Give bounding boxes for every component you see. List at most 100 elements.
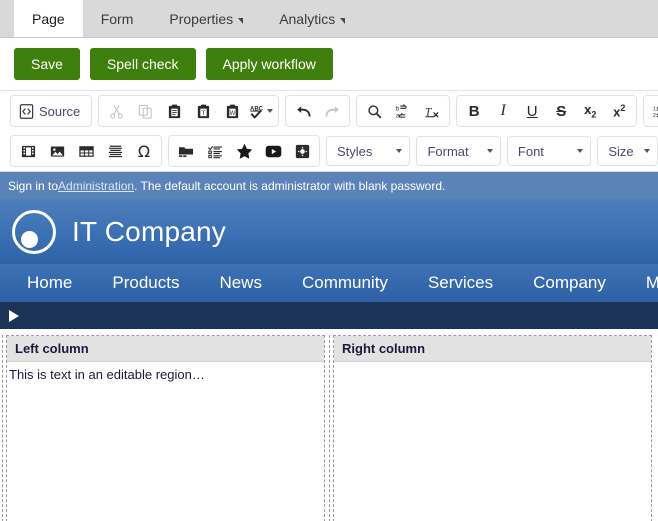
insert-image-button[interactable] (43, 138, 71, 164)
remove-format-button[interactable]: T (418, 98, 446, 124)
insert-table-button[interactable] (72, 138, 100, 164)
nav-item-company[interactable]: Company (514, 273, 625, 293)
expand-arrow-icon[interactable] (9, 309, 19, 322)
chevron-down-icon (644, 149, 651, 153)
format-dropdown-label: Format (427, 143, 469, 159)
insert-file-icon (178, 144, 194, 159)
toolbar-group-clipboard: T W ABC (98, 95, 280, 127)
source-button-label: Source (39, 103, 81, 119)
spell-check-icon: ABC (249, 104, 266, 119)
tab-form-label: Form (100, 10, 134, 27)
administration-link[interactable]: Administration (58, 179, 134, 193)
left-column-title: Left column (7, 336, 324, 362)
find-button[interactable] (360, 98, 388, 124)
paste-from-word-button[interactable]: W (218, 98, 246, 124)
format-dropdown[interactable]: Format (416, 136, 501, 166)
editor-toolbar-row-1: Source T W ABC b a T B I U S x2 x2 1 2 (0, 91, 658, 131)
find-icon (367, 104, 382, 119)
font-dropdown[interactable]: Font (506, 136, 592, 166)
strikethrough-button[interactable]: S (547, 98, 575, 124)
undo-icon (295, 104, 312, 119)
numbered-list-button[interactable]: 12 (647, 98, 658, 124)
horizontal-rule-button[interactable] (101, 138, 129, 164)
replace-button[interactable]: ba (389, 98, 417, 124)
toolbar-group-find: ba T (356, 95, 451, 127)
svg-text:b: b (396, 105, 400, 112)
tab-properties-label: Properties (169, 10, 234, 27)
spell-check-dropdown-button[interactable]: ABC (247, 98, 275, 124)
redo-button[interactable] (318, 98, 346, 124)
italic-button[interactable]: I (489, 98, 517, 124)
star-rating-icon (236, 143, 253, 159)
copy-button[interactable] (131, 98, 159, 124)
paste-word-icon: W (225, 104, 240, 119)
save-button[interactable]: Save (14, 48, 80, 80)
notification-suffix: . The default account is administrator w… (134, 178, 446, 193)
horizontal-rule-icon (108, 144, 123, 159)
tab-properties[interactable]: Properties (151, 0, 261, 37)
notification-prefix: Sign in to (8, 178, 59, 193)
chevron-down-icon (267, 109, 274, 113)
site-navigation: Home Products News Community Services Co… (0, 264, 658, 302)
spell-check-button[interactable]: Spell check (89, 48, 196, 80)
paste-text-button[interactable]: T (189, 98, 217, 124)
underline-icon: U (526, 102, 538, 120)
sign-in-notification: Sign in to Administration. The default a… (0, 172, 658, 199)
source-code-icon (19, 103, 34, 119)
svg-text:2: 2 (653, 112, 656, 118)
bold-button[interactable]: B (460, 98, 488, 124)
replace-icon: ba (395, 103, 411, 119)
insert-media-button[interactable] (14, 138, 42, 164)
widget-button[interactable] (288, 138, 316, 164)
apply-workflow-button[interactable]: Apply workflow (205, 48, 333, 80)
insert-file-button[interactable] (172, 138, 200, 164)
cut-button[interactable] (102, 98, 130, 124)
form-icon (207, 144, 223, 159)
nav-item-services[interactable]: Services (409, 273, 512, 293)
tab-form[interactable]: Form (83, 0, 152, 37)
svg-text:T: T (201, 109, 205, 116)
left-column-content[interactable]: This is text in an editable region… (7, 362, 324, 521)
nav-item-products[interactable]: Products (93, 273, 198, 293)
tab-page-label: Page (32, 10, 65, 27)
special-character-button[interactable]: Ω (130, 138, 158, 164)
redo-icon (324, 104, 341, 119)
nav-item-community[interactable]: Community (283, 273, 407, 293)
underline-button[interactable]: U (518, 98, 546, 124)
chevron-down-icon (340, 18, 346, 24)
special-character-icon: Ω (137, 141, 151, 161)
nav-item-media[interactable]: Media (627, 273, 658, 293)
undo-button[interactable] (289, 98, 317, 124)
star-rating-button[interactable] (230, 138, 258, 164)
right-column-content[interactable] (334, 362, 651, 521)
subscript-button[interactable]: x2 (576, 98, 604, 124)
editable-region-left[interactable]: Left column This is text in an editable … (2, 335, 325, 521)
font-dropdown-label: Font (517, 143, 544, 159)
editable-region-right[interactable]: Right column (329, 335, 652, 521)
image-icon (50, 144, 65, 159)
superscript-icon: x2 (613, 102, 626, 120)
youtube-button[interactable] (259, 138, 287, 164)
toolbar-group-source: Source (10, 95, 93, 127)
tab-analytics[interactable]: Analytics (261, 0, 363, 37)
chevron-down-icon (238, 18, 244, 24)
submenu-strip (0, 302, 658, 329)
styles-dropdown[interactable]: Styles (326, 136, 411, 166)
superscript-button[interactable]: x2 (605, 98, 633, 124)
tab-page[interactable]: Page (14, 0, 83, 37)
nav-item-home[interactable]: Home (8, 273, 91, 293)
styles-dropdown-label: Styles (337, 143, 373, 159)
size-dropdown[interactable]: Size (597, 136, 658, 166)
toolbar-group-widgets (168, 135, 320, 167)
editor-toolbar-row-2: Ω Styles Format Font Size (0, 131, 658, 172)
strikethrough-icon: S (556, 102, 567, 120)
toolbar-group-insert: Ω (10, 135, 162, 167)
chevron-down-icon (577, 149, 584, 153)
source-button[interactable]: Source (14, 98, 88, 124)
nav-item-news[interactable]: News (200, 273, 281, 293)
paste-button[interactable] (160, 98, 188, 124)
toolbar-group-text-format: B I U S x2 x2 (456, 95, 638, 127)
company-name: IT Company (72, 215, 226, 247)
chevron-down-icon (396, 149, 403, 153)
insert-form-button[interactable] (201, 138, 229, 164)
